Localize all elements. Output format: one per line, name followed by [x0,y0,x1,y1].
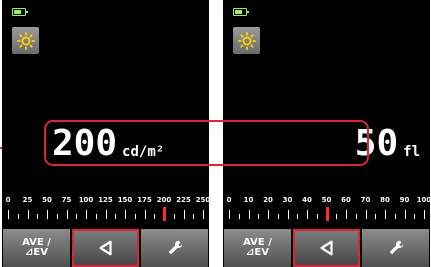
scale-label: 40 [302,196,312,204]
scale-label: 80 [380,196,390,204]
scale-tick [183,210,185,219]
scale-tick [268,210,269,219]
scale-tick [287,210,289,219]
scale-tick [115,214,117,219]
scale-label: 50 [42,196,52,204]
analog-scale: 0 25 50 75 100 125 150 175 200 225 250 [2,196,209,224]
scale-tick [248,210,250,219]
left-meter-screen: 200 cd/m² 0 25 50 75 100 125 150 175 200 225 250 AV… [2,0,209,267]
scale-tick [86,210,87,219]
scale-label: 150 [117,196,133,204]
scale-label: 0 [5,196,11,204]
scale-label: 100 [78,196,94,204]
scale-label: 30 [282,196,293,204]
scale-tick [66,210,68,219]
scale-label: 25 [22,196,33,204]
ave-ev-button[interactable]: AVE / ⊿EV [3,229,70,267]
scale-tick [17,214,19,219]
scale-tick [297,214,299,219]
scale-label: 0 [226,196,232,204]
measurement-readout: 200 cd/m² [52,122,164,166]
scale-tick [95,214,97,219]
scale-tick [258,214,260,219]
scale-tick [316,214,318,219]
measurement-unit: fl [403,144,420,160]
triangle-left-icon [319,240,333,256]
scale-label: 75 [61,196,72,204]
scale-tick [277,214,279,219]
bottom-toolbar: AVE / ⊿EV [223,229,430,267]
scale-tick [365,210,367,219]
battery-icon [12,8,28,16]
scale-label: 50 [321,196,332,204]
battery-icon [233,8,249,16]
scale-tick [125,210,126,219]
triangle-left-icon [98,240,112,256]
back-button[interactable] [72,229,139,267]
wrench-icon [389,240,403,255]
scale-tick [8,210,9,219]
scale-label: 225 [176,196,191,204]
scale-label: 250 [195,196,209,204]
scale-label: 100 [416,196,430,204]
scale-tick [404,210,406,219]
scale-tick [336,214,338,219]
scale-tick [229,210,230,219]
scale-tick [56,214,58,219]
measurement-unit: cd/m² [122,144,165,160]
scale-tick [27,210,29,219]
scale-tick [37,214,39,219]
scale-label: 200 [156,196,172,204]
scale-label: 125 [98,196,113,204]
measurement-value: 50 [354,123,399,164]
bottom-toolbar: AVE / ⊿EV [2,229,209,267]
scale-label: 20 [263,196,273,204]
settings-button[interactable] [233,27,260,54]
scale-tick [144,210,146,219]
scale-tick [154,214,156,219]
sun-icon [237,31,256,50]
ave-ev-button[interactable]: AVE / ⊿EV [224,229,291,267]
ave-label-line2: ⊿EV [246,247,269,258]
scale-tick [134,214,136,219]
scale-labels: 0 10 20 30 40 50 60 70 80 90 100 [223,196,430,206]
scale-tick [47,210,48,219]
analog-scale: 0 10 20 30 40 50 60 70 80 90 100 [223,196,430,224]
scale-tick [307,210,308,219]
scale-marker [325,207,329,221]
scale-tick [424,210,425,219]
sun-icon [16,31,35,50]
ave-label-line2: ⊿EV [25,247,48,258]
scale-tick [173,214,175,219]
scale-tick [105,210,107,219]
scale-tick [346,210,347,219]
scale-label: 10 [243,196,254,204]
settings-button[interactable] [12,27,39,54]
scale-tick [203,210,204,219]
scale-label: 60 [341,196,351,204]
scale-label: 70 [360,196,371,204]
scale-tick [238,214,240,219]
scale-tick [355,214,357,219]
scale-tick [375,214,377,219]
tools-button[interactable] [362,229,429,267]
measurement-readout: 50 fl [355,122,420,166]
wrench-icon [168,240,182,255]
right-meter-screen: 50 fl 0 10 20 30 40 50 60 70 80 90 100 AVE / ⊿EV [223,0,430,267]
scale-tick [394,214,396,219]
scale-tick [193,214,195,219]
back-button[interactable] [293,229,360,267]
tools-button[interactable] [141,229,208,267]
measurement-value: 200 [52,123,118,164]
scale-marker [163,207,166,221]
scale-label: 175 [137,196,152,204]
scale-tick [414,214,416,219]
scale-label: 90 [399,196,410,204]
scale-labels: 0 25 50 75 100 125 150 175 200 225 250 [2,196,209,206]
scale-tick [385,210,386,219]
scale-tick [76,214,78,219]
